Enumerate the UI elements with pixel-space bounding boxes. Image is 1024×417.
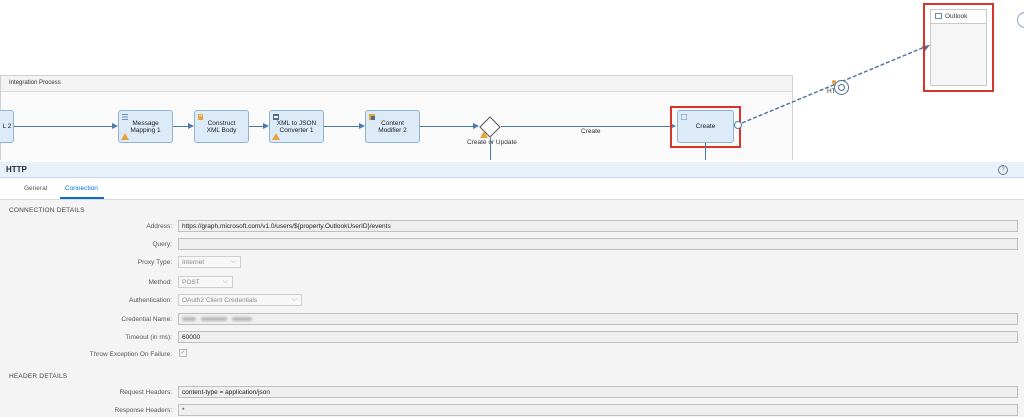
method-label: Method: (148, 279, 173, 286)
address-label: Address: (146, 223, 172, 230)
throw-exception-label: Throw Exception On Failure: (89, 351, 172, 358)
chevron-down-icon: ⌵ (230, 258, 236, 265)
properties-panel: HTTP ? General Connection CONNECTION DET… (0, 162, 1024, 417)
sequence-flow[interactable] (420, 126, 474, 127)
request-headers-input[interactable]: content-type = application/json (178, 386, 1018, 398)
sequence-flow[interactable] (501, 126, 671, 127)
redacted-value (231, 317, 252, 322)
route-label: Create (581, 128, 601, 135)
task-message-mapping-label: Message Mapping 1 (130, 119, 161, 134)
mapping-icon (122, 114, 128, 120)
participant-header: Outlook (931, 10, 986, 24)
throw-exception-checkbox[interactable]: ✓ (179, 349, 187, 357)
warning-icon (121, 133, 129, 140)
zoom-control[interactable] (1017, 12, 1024, 28)
proxy-type-label: Proxy Type: (137, 259, 172, 266)
redacted-value (200, 317, 227, 322)
task-create-label: Create (695, 123, 716, 130)
pool-title-bar: Integration Process (1, 76, 792, 92)
adapter-icon[interactable] (834, 80, 849, 95)
tab-connection[interactable]: Connection (65, 185, 98, 192)
participant-outlook[interactable]: Outlook (930, 9, 987, 86)
task-xml-to-json-label: XML to JSON Converter 1 (276, 119, 317, 134)
chevron-down-icon: ⌵ (222, 278, 228, 285)
task-construct-xml-label: Construct XML Body (206, 119, 237, 134)
participant-label: Outlook (945, 13, 968, 20)
proxy-type-select[interactable]: Internet ⌵ (178, 256, 241, 268)
response-headers-input[interactable]: * (178, 404, 1018, 416)
task-xml-to-json[interactable]: XML to JSON Converter 1 (269, 110, 324, 143)
request-reply-icon (681, 114, 687, 120)
sequence-flow-down[interactable] (490, 138, 491, 160)
proxy-type-value: Internet (182, 259, 205, 266)
content-modifier-icon (369, 114, 375, 120)
tab-general[interactable]: General (24, 185, 47, 192)
receiver-icon (935, 13, 942, 19)
script-icon (198, 114, 203, 120)
authentication-select[interactable]: OAuth2 Client Credentials ⌵ (178, 294, 302, 306)
task-create[interactable]: Create (677, 110, 734, 143)
credential-name-input[interactable] (178, 313, 1018, 325)
address-input[interactable]: https://graph.microsoft.com/v1.0/users/$… (178, 220, 1018, 232)
authentication-value: OAuth2 Client Credentials (182, 297, 258, 304)
sequence-flow[interactable] (14, 126, 114, 127)
task-partial-label: L 2 (2, 123, 12, 130)
connection-details-heading: CONNECTION DETAILS (9, 207, 85, 214)
warning-icon (272, 133, 280, 140)
method-value: POST (182, 279, 200, 286)
gateway-label: Create or Update (467, 139, 517, 146)
pool-title: Integration Process (9, 80, 61, 86)
task-content-modifier[interactable]: Content Modifier 2 (365, 110, 420, 143)
request-headers-label: Request Headers: (119, 389, 172, 396)
credential-name-label: Credential Name: (121, 316, 172, 323)
active-tab-indicator (60, 197, 104, 199)
process-canvas[interactable]: Integration Process L 2 Message Mapping … (0, 0, 1024, 160)
sequence-flow-down[interactable] (705, 143, 706, 160)
timeout-input[interactable]: 60000 (178, 331, 1018, 343)
query-label: Query: (152, 241, 172, 248)
sequence-flow[interactable] (324, 126, 360, 127)
tab-bar: General Connection (0, 178, 1024, 200)
task-partial[interactable]: L 2 (0, 110, 14, 143)
converter-icon (273, 114, 279, 120)
redacted-value (182, 317, 196, 322)
help-icon[interactable]: ? (998, 165, 1008, 175)
task-construct-xml[interactable]: Construct XML Body (194, 110, 249, 143)
authentication-label: Authentication: (128, 297, 172, 304)
response-headers-label: Response Headers: (114, 407, 172, 414)
timeout-label: Timeout (in ms): (125, 334, 172, 341)
chevron-down-icon: ⌵ (291, 296, 297, 303)
sequence-flow[interactable] (173, 126, 189, 127)
task-message-mapping[interactable]: Message Mapping 1 (118, 110, 173, 143)
query-input[interactable] (178, 238, 1018, 250)
method-select[interactable]: POST ⌵ (178, 276, 233, 288)
task-content-modifier-label: Content Modifier 2 (378, 119, 407, 134)
panel-header: HTTP ? (0, 162, 1024, 178)
header-details-heading: HEADER DETAILS (9, 373, 68, 380)
warning-icon (480, 131, 488, 138)
panel-title: HTTP (6, 165, 27, 174)
